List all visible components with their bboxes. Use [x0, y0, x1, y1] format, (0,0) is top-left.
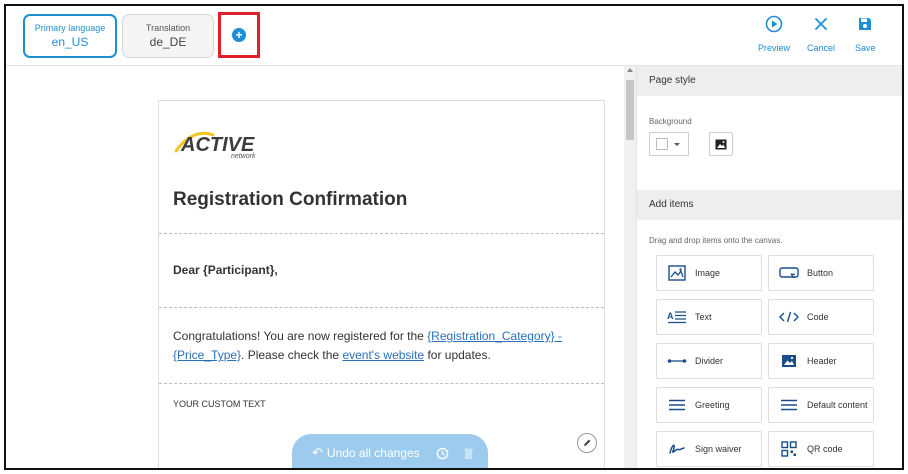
code-icon [779, 309, 799, 325]
item-sign-waiver[interactable]: Sign waiver [656, 431, 762, 467]
item-qr-code[interactable]: QR code [768, 431, 874, 467]
preview-button[interactable]: Preview [758, 14, 790, 53]
divider-line [159, 233, 604, 234]
primary-language-tab[interactable]: Primary language en_US [23, 14, 117, 58]
email-canvas: ACTIVE network Registration Confirmation… [6, 66, 624, 468]
undo-all-changes-button[interactable]: ↶ Undo all changes [292, 434, 488, 468]
scroll-up-arrow-icon[interactable] [627, 68, 633, 72]
event-website-link[interactable]: event's website [342, 348, 424, 362]
properties-panel: Page style Background Add items Drag and… [636, 66, 902, 468]
divider-icon [667, 353, 687, 369]
item-text[interactable]: A Text [656, 299, 762, 335]
email-preview: ACTIVE network Registration Confirmation… [158, 100, 605, 468]
confirmation-message: Congratulations! You are now registered … [173, 329, 562, 362]
close-icon [811, 14, 831, 34]
qr-code-icon [779, 441, 799, 457]
page-style-header[interactable]: Page style [637, 66, 902, 96]
email-title: Registration Confirmation [173, 189, 408, 210]
edit-pencil-icon[interactable] [577, 433, 597, 453]
translation-caption: Translation [145, 22, 191, 33]
item-divider[interactable]: Divider [656, 343, 762, 379]
svg-text:A: A [667, 311, 674, 321]
item-button[interactable]: Button [768, 255, 874, 291]
default-content-icon [779, 397, 799, 413]
greeting-text: Dear {Participant}, [173, 263, 278, 277]
signature-icon [667, 441, 687, 457]
divider-line [159, 383, 604, 384]
item-image[interactable]: Image [656, 255, 762, 291]
button-icon [779, 265, 799, 281]
primary-language-code: en_US [51, 34, 89, 49]
scroll-thumb[interactable] [626, 80, 634, 140]
undo-label: Undo all changes [326, 446, 420, 460]
image-icon [715, 139, 727, 149]
chevron-down-icon [674, 142, 680, 146]
save-label: Save [855, 43, 876, 53]
app-window: Primary language en_US Translation de_DE… [4, 4, 904, 470]
divider-line [159, 307, 604, 308]
greeting-icon [667, 397, 687, 413]
top-toolbar: Primary language en_US Translation de_DE… [6, 6, 902, 66]
item-code[interactable]: Code [768, 299, 874, 335]
translation-tab[interactable]: Translation de_DE [122, 14, 214, 58]
item-default-content[interactable]: Default content [768, 387, 874, 423]
canvas-scrollbar[interactable] [624, 66, 636, 468]
history-icon[interactable] [436, 447, 449, 460]
custom-text-block[interactable]: YOUR CUSTOM TEXT [173, 399, 266, 409]
text-icon: A [667, 309, 687, 325]
color-swatch [656, 138, 668, 150]
preview-label: Preview [758, 43, 791, 53]
save-icon [855, 14, 875, 34]
background-color-picker[interactable] [649, 132, 689, 156]
add-translation-highlight: + [218, 12, 260, 58]
background-label: Background [649, 117, 692, 126]
save-button[interactable]: Save [855, 14, 876, 53]
background-image-button[interactable] [709, 132, 733, 156]
image-icon [667, 265, 687, 281]
drag-drop-hint: Drag and drop items onto the canvas. [649, 236, 783, 245]
play-icon [764, 14, 784, 34]
cancel-button[interactable]: Cancel [807, 14, 835, 53]
add-translation-button[interactable]: + [232, 28, 246, 42]
item-header[interactable]: Header [768, 343, 874, 379]
header-icon [779, 353, 799, 369]
svg-text:network: network [231, 153, 256, 159]
trash-icon[interactable] [463, 447, 474, 460]
active-network-logo: ACTIVE network [173, 129, 283, 164]
translation-code: de_DE [149, 34, 187, 49]
undo-arrow-icon: ↶ [312, 445, 323, 460]
primary-language-caption: Primary language [34, 22, 106, 33]
item-greeting[interactable]: Greeting [656, 387, 762, 423]
add-items-header[interactable]: Add items [637, 190, 902, 220]
cancel-label: Cancel [807, 43, 836, 53]
